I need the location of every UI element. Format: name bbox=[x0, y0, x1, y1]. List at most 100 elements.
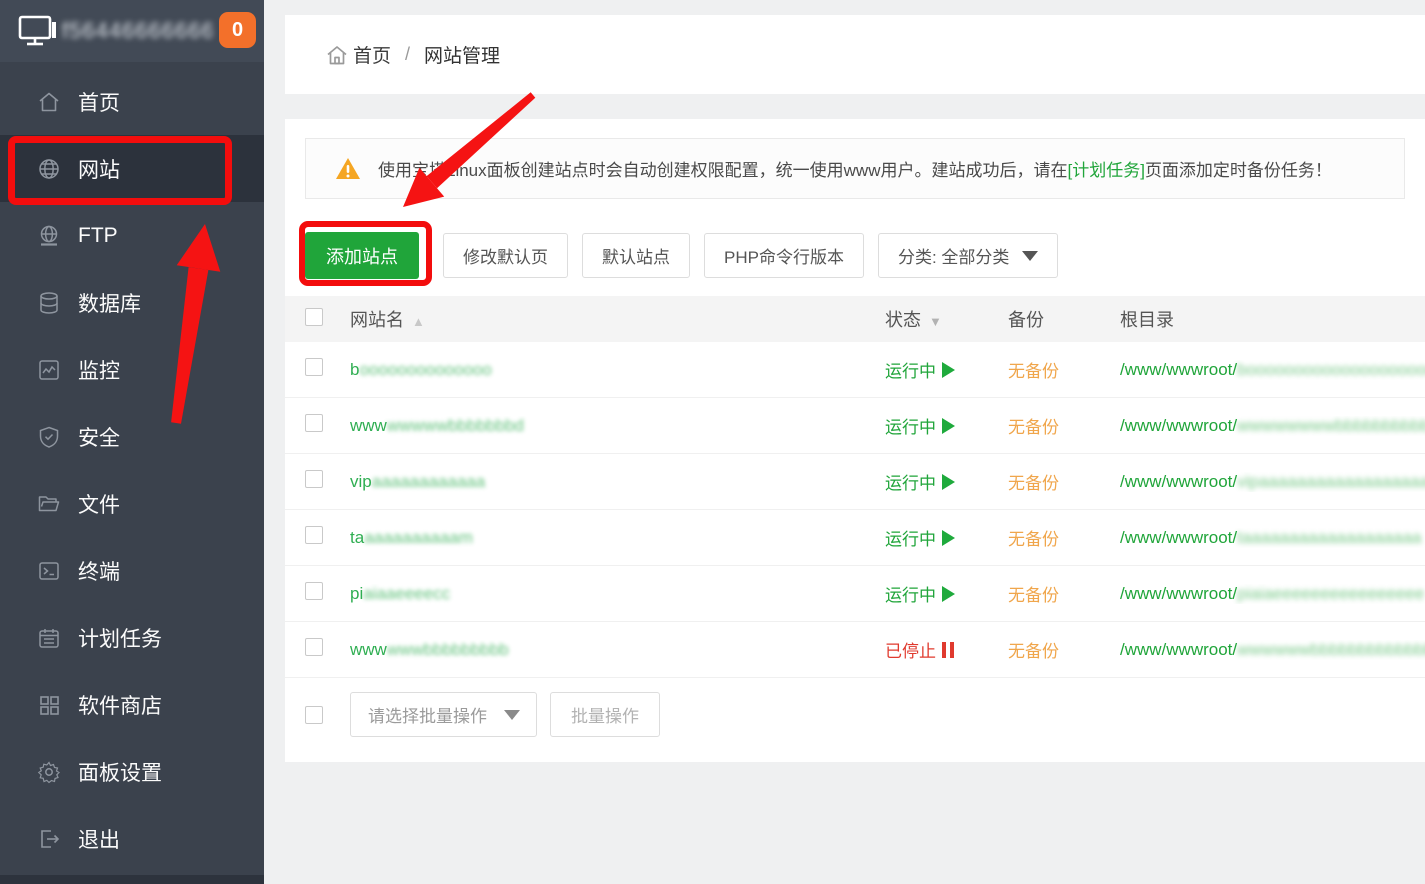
root-dir-link[interactable]: /www/wwwroot/wwwwwwbbbbbbbbbbbbbb bbox=[1120, 640, 1425, 660]
sidebar-item-security[interactable]: 安全 bbox=[0, 403, 264, 470]
row-checkbox[interactable] bbox=[305, 526, 323, 544]
root-dir-link[interactable]: /www/wwwroot/taaaaaaaaaaaaaaaaaaa bbox=[1120, 528, 1425, 548]
sidebar-menu: 首页 网站 FTP 数据库 监控 bbox=[0, 62, 264, 872]
category-filter-dropdown[interactable]: 分类: 全部分类 bbox=[878, 233, 1058, 278]
sidebar-header: f56446666666666 0 bbox=[0, 0, 264, 62]
home-icon bbox=[325, 43, 349, 67]
gear-icon bbox=[37, 760, 61, 784]
site-name-link[interactable]: piaiaaeeeecc bbox=[350, 584, 885, 604]
column-header-site-name[interactable]: 网站名 bbox=[350, 310, 404, 330]
ftp-globe-icon bbox=[37, 224, 61, 248]
computer-icon bbox=[18, 14, 58, 48]
row-checkbox[interactable] bbox=[305, 638, 323, 656]
play-icon bbox=[942, 418, 955, 434]
cron-tasks-link[interactable]: [计划任务] bbox=[1067, 161, 1144, 180]
content-panel: 使用宝塔Linux面板创建站点时会自动创建权限配置，统一使用www用户。建站成功… bbox=[285, 119, 1425, 762]
status-running[interactable]: 运行中 bbox=[885, 357, 955, 382]
sidebar-item-logout[interactable]: 退出 bbox=[0, 805, 264, 872]
row-checkbox[interactable] bbox=[305, 414, 323, 432]
site-name-link[interactable]: wwwwwwwwbbbbbbbd bbox=[350, 416, 885, 436]
toolbar: 添加站点 修改默认页 默认站点 PHP命令行版本 分类: 全部分类 bbox=[305, 232, 1425, 279]
select-all-checkbox[interactable] bbox=[305, 308, 323, 326]
chevron-down-icon bbox=[504, 710, 520, 720]
monitor-chart-icon bbox=[37, 358, 61, 382]
message-count-badge[interactable]: 0 bbox=[219, 12, 256, 48]
modify-default-page-button[interactable]: 修改默认页 bbox=[443, 233, 568, 278]
sidebar-item-label: 监控 bbox=[78, 355, 120, 385]
status-running[interactable]: 运行中 bbox=[885, 413, 955, 438]
play-icon bbox=[942, 586, 955, 602]
sidebar-item-terminal[interactable]: 终端 bbox=[0, 537, 264, 604]
row-checkbox[interactable] bbox=[305, 470, 323, 488]
sidebar-item-home[interactable]: 首页 bbox=[0, 68, 264, 135]
sites-table: 网站名▲ 状态▼ 备份 根目录 boooooooooooooo 运行中 无备份 … bbox=[285, 296, 1425, 678]
php-cli-version-button[interactable]: PHP命令行版本 bbox=[704, 233, 864, 278]
site-name-link[interactable]: vipaaaaaaaaaaaa bbox=[350, 472, 885, 492]
folder-icon bbox=[37, 492, 61, 516]
pause-icon bbox=[942, 642, 954, 658]
backup-link[interactable]: 无备份 bbox=[1008, 581, 1120, 606]
backup-link[interactable]: 无备份 bbox=[1008, 357, 1120, 382]
backup-link[interactable]: 无备份 bbox=[1008, 469, 1120, 494]
sidebar-item-label: 首页 bbox=[78, 87, 120, 117]
column-header-backup: 备份 bbox=[1008, 306, 1120, 332]
column-header-root-dir: 根目录 bbox=[1120, 306, 1425, 332]
batch-actions-bar: 请选择批量操作 批量操作 bbox=[305, 692, 1425, 737]
backup-link[interactable]: 无备份 bbox=[1008, 637, 1120, 662]
sidebar-item-label: 面板设置 bbox=[78, 757, 162, 787]
sidebar: f56446666666666 0 首页 网站 FTP 数据库 bbox=[0, 0, 264, 884]
site-name-link[interactable]: boooooooooooooo bbox=[350, 360, 885, 380]
site-name-link[interactable]: taaaaaaaaaaam bbox=[350, 528, 885, 548]
sidebar-item-website[interactable]: 网站 bbox=[0, 135, 264, 202]
status-running[interactable]: 运行中 bbox=[885, 525, 955, 550]
sidebar-item-monitor[interactable]: 监控 bbox=[0, 336, 264, 403]
site-name-link[interactable]: wwwwwwbbbbbbbbb bbox=[350, 640, 885, 660]
sidebar-item-ftp[interactable]: FTP bbox=[0, 202, 264, 269]
add-site-button[interactable]: 添加站点 bbox=[305, 232, 419, 279]
sidebar-item-label: 网站 bbox=[78, 154, 120, 184]
root-dir-link[interactable]: /www/wwwroot/piaiaeeeeeeeeeeeeeeee bbox=[1120, 584, 1425, 604]
database-icon bbox=[37, 291, 61, 315]
status-running[interactable]: 运行中 bbox=[885, 469, 955, 494]
batch-apply-button[interactable]: 批量操作 bbox=[550, 692, 660, 737]
sidebar-item-files[interactable]: 文件 bbox=[0, 470, 264, 537]
root-dir-link[interactable]: /www/wwwroot/vipaaaaaaaaaaaaaaaaaa bbox=[1120, 472, 1425, 492]
sidebar-footer bbox=[0, 875, 264, 884]
breadcrumb-separator: / bbox=[405, 44, 410, 65]
root-dir-link[interactable]: /www/wwwroot/wwwwwwwwbbbbbbbbbbbbb bbox=[1120, 416, 1425, 436]
root-dir-link[interactable]: /www/wwwroot/booooooooooooooooooooo bbox=[1120, 360, 1425, 380]
terminal-icon bbox=[37, 559, 61, 583]
globe-icon bbox=[37, 157, 61, 181]
sidebar-item-label: 软件商店 bbox=[78, 690, 162, 720]
warning-text: 使用宝塔Linux面板创建站点时会自动创建权限配置，统一使用www用户。建站成功… bbox=[378, 156, 1332, 181]
table-row: wwwwwwbbbbbbbbb 已停止 无备份 /www/wwwroot/www… bbox=[285, 622, 1425, 678]
breadcrumb-home-link[interactable]: 首页 bbox=[353, 41, 391, 68]
batch-action-dropdown[interactable]: 请选择批量操作 bbox=[350, 692, 537, 737]
row-checkbox[interactable] bbox=[305, 358, 323, 376]
sidebar-item-database[interactable]: 数据库 bbox=[0, 269, 264, 336]
warning-triangle-icon bbox=[335, 157, 361, 181]
sidebar-item-appstore[interactable]: 软件商店 bbox=[0, 671, 264, 738]
account-name-blurred[interactable]: f56446666666666 bbox=[62, 18, 212, 44]
sidebar-item-settings[interactable]: 面板设置 bbox=[0, 738, 264, 805]
status-running[interactable]: 运行中 bbox=[885, 581, 955, 606]
main-area: 首页 / 网站管理 使用宝塔Linux面板创建站点时会自动创建权限配置，统一使用… bbox=[285, 0, 1425, 884]
backup-link[interactable]: 无备份 bbox=[1008, 413, 1120, 438]
sort-asc-icon[interactable]: ▲ bbox=[412, 314, 425, 329]
shield-check-icon bbox=[37, 425, 61, 449]
sidebar-item-label: 退出 bbox=[78, 824, 120, 854]
row-checkbox[interactable] bbox=[305, 582, 323, 600]
play-icon bbox=[942, 474, 955, 490]
table-row: taaaaaaaaaaam 运行中 无备份 /www/wwwroot/taaaa… bbox=[285, 510, 1425, 566]
backup-link[interactable]: 无备份 bbox=[1008, 525, 1120, 550]
status-stopped[interactable]: 已停止 bbox=[885, 637, 954, 662]
sidebar-item-label: 计划任务 bbox=[78, 623, 162, 653]
sidebar-item-label: 安全 bbox=[78, 422, 120, 452]
sort-desc-icon[interactable]: ▼ bbox=[929, 314, 942, 329]
column-header-status[interactable]: 状态 bbox=[885, 310, 921, 330]
table-row: piaiaaeeeecc 运行中 无备份 /www/wwwroot/piaiae… bbox=[285, 566, 1425, 622]
batch-select-all-checkbox[interactable] bbox=[305, 706, 323, 724]
breadcrumb: 首页 / 网站管理 bbox=[285, 15, 1425, 94]
default-site-button[interactable]: 默认站点 bbox=[582, 233, 690, 278]
sidebar-item-cron[interactable]: 计划任务 bbox=[0, 604, 264, 671]
